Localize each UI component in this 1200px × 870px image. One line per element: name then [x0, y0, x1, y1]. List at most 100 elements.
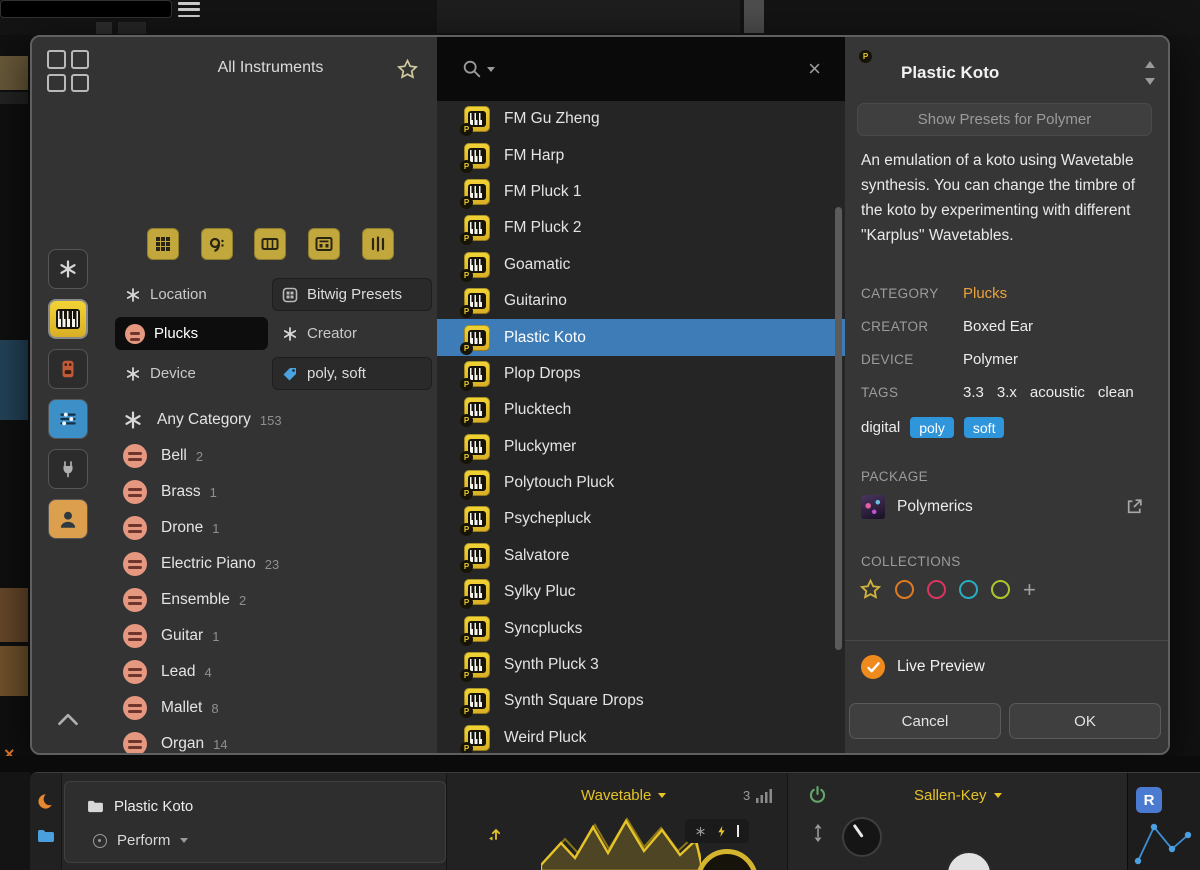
cancel-button[interactable]: Cancel — [849, 703, 1001, 739]
modulation-curve[interactable] — [1132, 817, 1196, 870]
category-row[interactable]: Brass 1 — [104, 474, 437, 510]
collection-circle-icon[interactable] — [991, 580, 1010, 599]
filter-tags[interactable]: poly, soft — [272, 357, 432, 390]
category-row[interactable]: Drone 1 — [104, 510, 437, 546]
filter-creator[interactable]: Creator — [272, 317, 432, 350]
background-scrollbar[interactable] — [744, 0, 764, 33]
track-row[interactable]: Plastic Koto — [87, 798, 193, 815]
preset-row[interactable]: P Pluckymer — [437, 429, 845, 465]
ok-button[interactable]: OK — [1009, 703, 1161, 739]
power-icon[interactable] — [808, 785, 827, 804]
type-icon-organ[interactable] — [362, 228, 394, 260]
type-icon-bass-clef[interactable] — [201, 228, 233, 260]
tag[interactable]: 3.x — [997, 384, 1017, 401]
category-row[interactable]: Guitar 1 — [104, 618, 437, 654]
plugins-tab-icon[interactable] — [48, 449, 88, 489]
category-row[interactable]: Electric Piano 23 — [104, 546, 437, 582]
preset-row[interactable]: P FM Harp — [437, 137, 845, 173]
preset-row[interactable]: P Weird Pluck — [437, 720, 845, 755]
effects-tab-icon[interactable] — [48, 349, 88, 389]
collapse-chevron-icon[interactable] — [57, 712, 79, 727]
show-presets-button[interactable]: Show Presets for Polymer — [857, 103, 1152, 136]
resonance-knob[interactable] — [946, 851, 992, 870]
preset-row[interactable]: P Guitarino — [437, 283, 845, 319]
preset-badge: P — [460, 596, 473, 609]
record-badge[interactable]: R — [1136, 787, 1162, 813]
preset-row[interactable]: P Plucktech — [437, 392, 845, 428]
category-label: Mallet — [161, 699, 202, 717]
search-caret-icon[interactable] — [487, 67, 495, 72]
collection-circle-icon[interactable] — [927, 580, 946, 599]
tag[interactable]: acoustic — [1030, 384, 1085, 401]
search-input[interactable] — [507, 60, 808, 78]
grid-view-icon[interactable] — [47, 50, 89, 92]
filter-device[interactable]: Device — [115, 357, 268, 390]
preset-row[interactable]: P Synth Pluck 3 — [437, 647, 845, 683]
moon-icon[interactable] — [38, 793, 55, 810]
type-icon-synth[interactable] — [254, 228, 286, 260]
wavetable-waveform[interactable] — [541, 813, 701, 870]
favorite-star-icon[interactable] — [396, 58, 419, 81]
wavetable-label: Wavetable — [581, 787, 651, 804]
tag-pill[interactable]: poly — [910, 417, 954, 438]
wavetable-selector[interactable]: Wavetable — [581, 787, 666, 804]
tag[interactable]: 3.3 — [963, 384, 984, 401]
preset-name: Goamatic — [504, 256, 570, 274]
instruments-tab-icon[interactable] — [48, 299, 88, 339]
preset-row[interactable]: P Polytouch Pluck — [437, 465, 845, 501]
preset-row[interactable]: P Synth Square Drops — [437, 683, 845, 719]
preset-row[interactable]: P Plastic Koto — [437, 319, 845, 355]
instrument-preset-icon: P — [464, 252, 490, 278]
category-value[interactable]: Plucks — [963, 285, 1007, 302]
smart-collection-icon[interactable] — [48, 249, 88, 289]
filter-location[interactable]: Location — [115, 278, 268, 311]
package-row[interactable]: Polymerics — [861, 495, 973, 519]
category-row-any[interactable]: Any Category 153 — [104, 402, 437, 438]
preset-row[interactable]: P Sylky Pluc — [437, 574, 845, 610]
updown-arrows-icon[interactable] — [812, 823, 824, 843]
preset-row[interactable]: P FM Pluck 2 — [437, 210, 845, 246]
category-row[interactable]: Lead 4 — [104, 654, 437, 690]
search-close-icon[interactable]: × — [808, 58, 821, 80]
cutoff-knob[interactable] — [842, 817, 882, 857]
tag[interactable]: clean — [1098, 384, 1134, 401]
preset-row[interactable]: P Salvatore — [437, 538, 845, 574]
wavetable-knob[interactable] — [696, 849, 758, 870]
user-content-tab-icon[interactable] — [48, 499, 88, 539]
folder-icon-blue[interactable] — [37, 829, 55, 843]
add-collection-icon[interactable]: + — [1023, 579, 1036, 601]
category-row[interactable]: Organ 14 — [104, 726, 437, 755]
filter-location-label: Location — [150, 286, 207, 303]
perform-selector[interactable]: Perform — [93, 832, 188, 849]
preset-row[interactable]: P FM Gu Zheng — [437, 101, 845, 137]
filter-type-selector[interactable]: Sallen-Key — [914, 787, 1002, 804]
type-icon-drum-machine[interactable] — [308, 228, 340, 260]
category-row[interactable]: Bell 2 — [104, 438, 437, 474]
tag[interactable]: digital — [861, 419, 900, 436]
device-value[interactable]: Polymer — [963, 351, 1018, 368]
preset-row[interactable]: P FM Pluck 1 — [437, 174, 845, 210]
type-icon-keys[interactable] — [147, 228, 179, 260]
hamburger-icon[interactable] — [178, 2, 200, 17]
collection-circle-icon[interactable] — [959, 580, 978, 599]
preset-row[interactable]: P Goamatic — [437, 247, 845, 283]
preset-row[interactable]: P Psychepluck — [437, 501, 845, 537]
category-row[interactable]: Ensemble 2 — [104, 582, 437, 618]
results-scrollbar[interactable] — [835, 207, 842, 650]
creator-value[interactable]: Boxed Ear — [963, 318, 1033, 335]
filter-category[interactable]: Plucks — [115, 317, 268, 350]
collection-circle-icon[interactable] — [895, 580, 914, 599]
tag-pill[interactable]: soft — [964, 417, 1005, 438]
live-preview-toggle[interactable] — [861, 655, 885, 679]
preset-spinner[interactable] — [1144, 59, 1156, 87]
pitch-arrow-icon[interactable] — [487, 825, 503, 841]
category-row[interactable]: Mallet 8 — [104, 690, 437, 726]
modulators-tab-icon[interactable] — [48, 399, 88, 439]
field-device: DEVICE Polymer — [861, 351, 1155, 384]
wavetable-mode-box[interactable] — [685, 819, 749, 843]
external-link-icon[interactable] — [1125, 497, 1144, 516]
filter-preset-source[interactable]: Bitwig Presets — [272, 278, 432, 311]
preset-row[interactable]: P Syncplucks — [437, 610, 845, 646]
collection-star-icon[interactable] — [859, 578, 882, 601]
preset-row[interactable]: P Plop Drops — [437, 356, 845, 392]
